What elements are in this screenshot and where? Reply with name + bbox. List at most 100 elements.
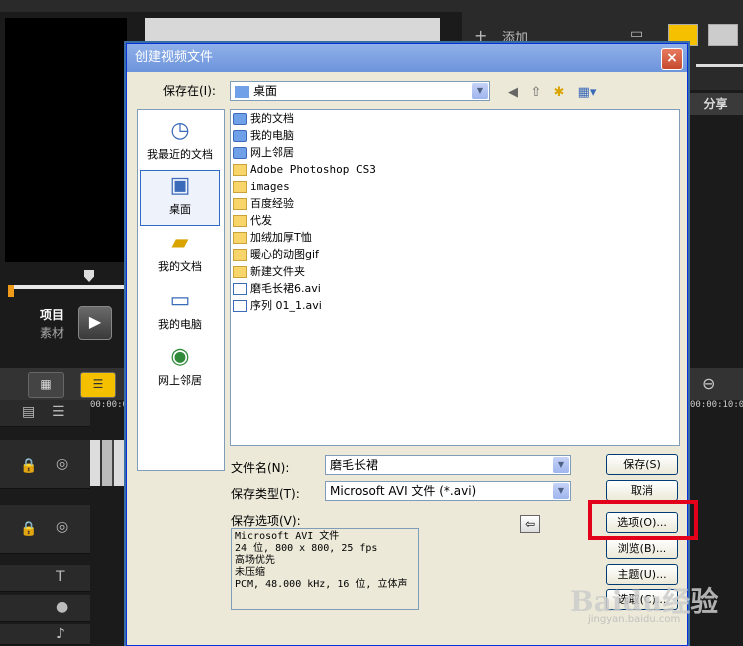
storyboard-view-button[interactable]: ▦ bbox=[28, 372, 64, 398]
list-item[interactable]: images bbox=[233, 178, 290, 195]
track-header-tools: ▤ ☰ bbox=[0, 400, 90, 427]
list-item[interactable]: 磨毛长裙6.avi bbox=[233, 280, 321, 297]
image-filter-icon[interactable] bbox=[708, 24, 738, 46]
filetype-value: Microsoft AVI 文件 (*.avi) bbox=[330, 484, 477, 498]
play-button[interactable]: ▶ bbox=[78, 306, 112, 340]
save-options-label: 保存选项(V): bbox=[231, 514, 301, 528]
filetype-select[interactable]: Microsoft AVI 文件 (*.avi) ▼ bbox=[325, 481, 571, 501]
list-item[interactable]: 我的文档 bbox=[233, 110, 294, 127]
save-button[interactable]: 保存(S) bbox=[606, 454, 678, 475]
voice-track-header: ● bbox=[0, 595, 90, 622]
save-in-label: 保存在(I): bbox=[163, 84, 216, 98]
new-folder-icon[interactable]: ✱ bbox=[550, 84, 568, 102]
apply-options-button[interactable]: ⇦ bbox=[520, 515, 540, 533]
place-my-computer[interactable]: ▭ 我的电脑 bbox=[138, 286, 222, 342]
my-documents-icon: ▰ bbox=[171, 230, 189, 255]
browse-button[interactable]: 浏览(B)... bbox=[606, 538, 678, 559]
list-item[interactable]: 我的电脑 bbox=[233, 127, 294, 144]
avi-file-icon bbox=[233, 283, 247, 295]
title-track-icon: T bbox=[56, 569, 65, 585]
filmstrip-icon: ▦ bbox=[40, 377, 52, 391]
my-computer-icon: ▭ bbox=[169, 288, 191, 313]
zoom-out-icon[interactable]: ⊖ bbox=[702, 374, 715, 393]
desktop-icon: ▣ bbox=[169, 173, 191, 198]
avi-file-icon bbox=[233, 300, 247, 312]
place-network[interactable]: ◉ 网上邻居 bbox=[138, 342, 222, 398]
overlay-track-icon: ◎ bbox=[56, 519, 69, 535]
highlight-box bbox=[588, 500, 698, 540]
timeline-icon: ☰ bbox=[92, 377, 104, 391]
back-icon[interactable]: ◀ bbox=[504, 84, 522, 102]
my-computer-icon bbox=[233, 130, 247, 142]
filename-value: 磨毛长裙 bbox=[330, 458, 379, 472]
music-icon: ♪ bbox=[56, 626, 65, 642]
dialog-title: 创建视频文件 bbox=[135, 50, 214, 65]
video-clip[interactable] bbox=[90, 440, 128, 486]
folder-icon bbox=[233, 198, 247, 210]
music-track-header: ♪ bbox=[0, 624, 90, 645]
create-video-dialog: 创建视频文件 × 保存在(I): 桌面 ▼ ◀ ⇧ ✱ ▦▾ ◷ 我最近的文档 … bbox=[126, 43, 688, 646]
save-options-box: Microsoft AVI 文件 24 位, 800 x 800, 25 fps… bbox=[231, 528, 419, 610]
network-icon: ◉ bbox=[170, 344, 190, 369]
microphone-icon: ● bbox=[56, 599, 69, 615]
overlay-track-header: 🔒 ◎ bbox=[0, 505, 90, 554]
list-icon[interactable]: ☰ bbox=[52, 404, 65, 420]
timeline-view-button[interactable]: ☰ bbox=[80, 372, 116, 398]
folder-icon[interactable]: ▭ bbox=[630, 26, 643, 42]
folder-icon bbox=[233, 232, 247, 244]
folder-icon bbox=[233, 249, 247, 261]
close-button[interactable]: × bbox=[661, 48, 683, 70]
save-in-select[interactable]: 桌面 ▼ bbox=[230, 81, 490, 101]
video-track-header: 🔒 ◎ bbox=[0, 440, 90, 489]
watermark-url: jingyan.baidu.com bbox=[588, 614, 681, 625]
places-bar: ◷ 我最近的文档 ▣ 桌面 ▰ 我的文档 ▭ 我的电脑 ◉ 网上邻居 bbox=[137, 109, 225, 471]
my-documents-icon bbox=[233, 113, 247, 125]
folder-icon bbox=[233, 215, 247, 227]
timecode-right: 00:00:10:0 bbox=[690, 400, 743, 410]
cancel-button[interactable]: 取消 bbox=[606, 480, 678, 501]
folder-icon bbox=[233, 164, 247, 176]
view-menu-icon[interactable]: ▦▾ bbox=[575, 84, 599, 102]
save-in-value: 桌面 bbox=[253, 84, 278, 98]
close-icon: × bbox=[666, 50, 678, 66]
network-icon bbox=[233, 147, 247, 159]
list-item[interactable]: 加绒加厚T恤 bbox=[233, 229, 312, 246]
recent-documents-icon: ◷ bbox=[170, 118, 190, 143]
mode-project[interactable]: 项目 bbox=[40, 306, 64, 323]
place-desktop[interactable]: ▣ 桌面 bbox=[140, 170, 220, 226]
file-list: 我的文档 我的电脑 网上邻居 Adobe Photoshop CS3 image… bbox=[230, 109, 680, 446]
library-slider[interactable] bbox=[696, 64, 743, 67]
play-icon: ▶ bbox=[88, 312, 102, 331]
filename-input[interactable]: 磨毛长裙 ▼ bbox=[325, 455, 571, 475]
list-item[interactable]: Adobe Photoshop CS3 bbox=[233, 161, 376, 178]
list-item[interactable]: 新建文件夹 bbox=[233, 263, 305, 280]
chevron-down-icon: ▼ bbox=[553, 457, 569, 473]
up-folder-icon[interactable]: ⇧ bbox=[527, 84, 545, 102]
list-item[interactable]: 网上邻居 bbox=[233, 144, 294, 161]
trim-marker[interactable] bbox=[8, 285, 14, 297]
list-item[interactable]: 序列 01_1.avi bbox=[233, 297, 322, 314]
chevron-down-icon: ▼ bbox=[472, 83, 488, 99]
folder-icon bbox=[233, 181, 247, 193]
video-track-icon: ◎ bbox=[56, 456, 69, 472]
list-item[interactable]: 暖心的动图gif bbox=[233, 246, 319, 263]
place-my-documents[interactable]: ▰ 我的文档 bbox=[138, 228, 222, 284]
lock-icon[interactable]: 🔒 bbox=[20, 521, 37, 537]
chevron-down-icon: ▼ bbox=[553, 483, 569, 499]
lock-icon[interactable]: 🔒 bbox=[20, 458, 37, 474]
scrub-handle[interactable] bbox=[84, 270, 94, 282]
scrub-bar[interactable] bbox=[14, 285, 132, 289]
arrow-left-icon: ⇦ bbox=[524, 517, 536, 531]
mode-clip[interactable]: 素材 bbox=[40, 324, 64, 341]
filename-label: 文件名(N): bbox=[231, 461, 290, 475]
dialog-titlebar[interactable]: 创建视频文件 bbox=[127, 44, 687, 72]
filetype-label: 保存类型(T): bbox=[231, 487, 300, 501]
timecode-left: 00:00:0 bbox=[90, 400, 128, 410]
track-manager-icon[interactable]: ▤ bbox=[22, 404, 35, 420]
list-item[interactable]: 百度经验 bbox=[233, 195, 294, 212]
title-track-header: T bbox=[0, 565, 90, 592]
place-recent[interactable]: ◷ 我最近的文档 bbox=[138, 116, 222, 172]
tab-share[interactable]: 分享 bbox=[688, 93, 743, 115]
list-item[interactable]: 代发 bbox=[233, 212, 272, 229]
preview-monitor bbox=[5, 18, 127, 262]
